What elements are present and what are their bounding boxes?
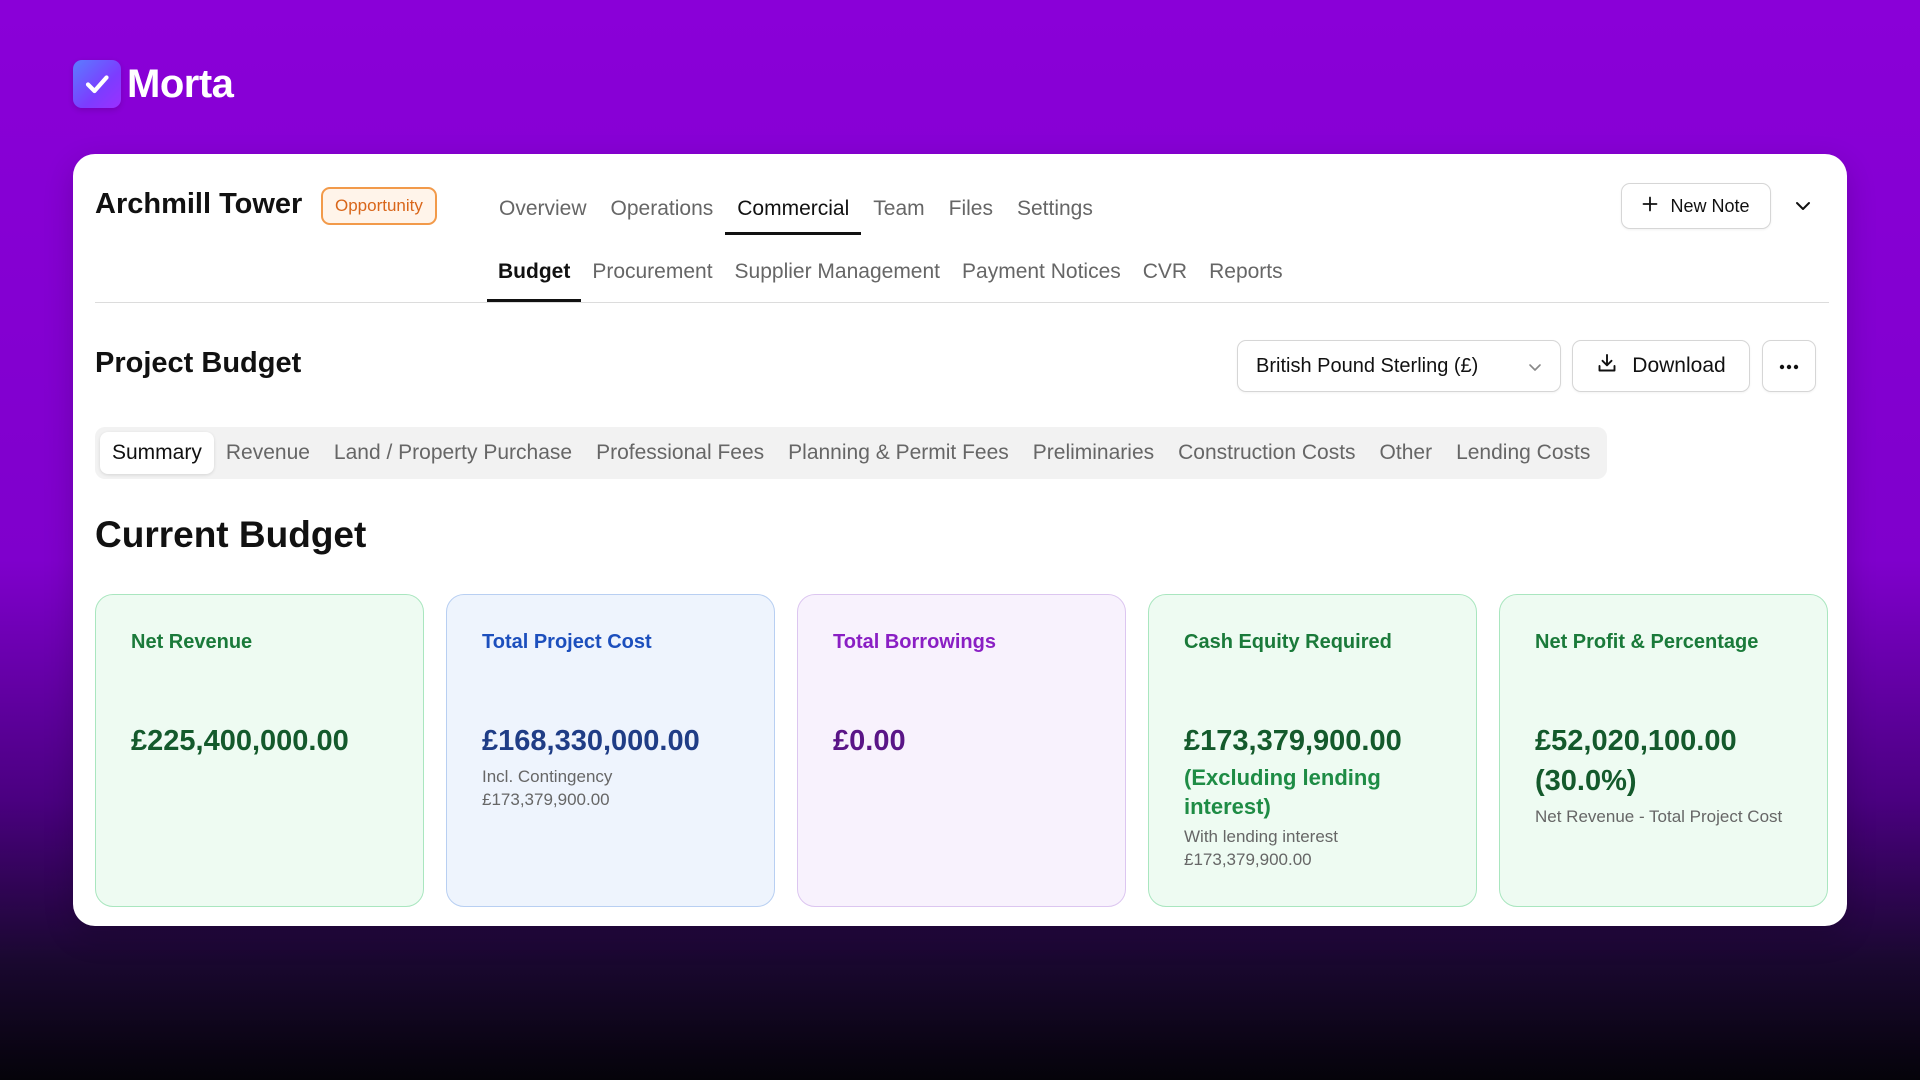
tile-label: Total Project Cost	[482, 631, 652, 653]
new-note-label: New Note	[1670, 195, 1750, 216]
tile-total-project-cost: Total Project Cost £168,330,000.00 Incl.…	[446, 594, 775, 907]
subtab-budget[interactable]: Budget	[487, 257, 582, 302]
tile-net-revenue: Net Revenue £225,400,000.00	[95, 594, 424, 907]
subtab-reports[interactable]: Reports	[1198, 257, 1294, 302]
tile-cash-equity-required: Cash Equity Required £173,379,900.00 (Ex…	[1148, 594, 1477, 907]
subtab-procurement[interactable]: Procurement	[581, 257, 723, 302]
tile-value: £52,020,100.00 (30.0%) Net Revenue - Tot…	[1535, 721, 1807, 828]
currency-value: British Pound Sterling (£)	[1256, 354, 1479, 377]
tile-amount: £168,330,000.00	[482, 725, 700, 757]
seg-revenue[interactable]: Revenue	[214, 432, 322, 474]
tile-amount: £52,020,100.00 (30.0%)	[1535, 725, 1737, 797]
tile-label: Net Revenue	[131, 631, 253, 653]
tile-label: Total Borrowings	[833, 631, 996, 653]
more-options-button[interactable]	[1762, 340, 1816, 392]
tile-value: £225,400,000.00	[131, 721, 403, 761]
seg-construction-costs[interactable]: Construction Costs	[1166, 432, 1367, 474]
budget-category-tabs: Summary Revenue Land / Property Purchase…	[95, 427, 1608, 479]
ellipsis-icon	[1779, 357, 1799, 375]
tile-net-profit: Net Profit & Percentage £52,020,100.00 (…	[1499, 594, 1828, 907]
subtab-payment-notices[interactable]: Payment Notices	[951, 257, 1132, 302]
seg-planning-permit[interactable]: Planning & Permit Fees	[776, 432, 1021, 474]
tile-value: £173,379,900.00 (Excluding lending inter…	[1184, 721, 1456, 871]
tile-value: £0.00	[833, 721, 1105, 761]
tile-amount: £225,400,000.00	[131, 725, 349, 757]
tab-overview[interactable]: Overview	[487, 194, 599, 234]
plus-icon	[1642, 196, 1658, 217]
seg-summary[interactable]: Summary	[100, 432, 214, 474]
divider	[95, 302, 1829, 303]
new-note-button[interactable]: New Note	[1621, 183, 1771, 229]
project-title: Archmill Tower	[95, 188, 303, 220]
seg-professional-fees[interactable]: Professional Fees	[584, 432, 776, 474]
sub-tabs: Budget Procurement Supplier Management P…	[487, 257, 1294, 302]
seg-other[interactable]: Other	[1368, 432, 1445, 474]
tab-team[interactable]: Team	[861, 194, 936, 234]
seg-lending-costs[interactable]: Lending Costs	[1444, 432, 1602, 474]
chevron-down-icon	[1528, 355, 1542, 378]
currency-select[interactable]: British Pound Sterling (£)	[1237, 340, 1561, 392]
tab-settings[interactable]: Settings	[1005, 194, 1105, 234]
tile-amount: £173,379,900.00	[1184, 725, 1402, 757]
brand-name: Morta	[127, 61, 234, 106]
download-button[interactable]: Download	[1572, 340, 1750, 392]
download-label: Download	[1632, 354, 1726, 377]
download-icon	[1596, 352, 1618, 380]
tile-value: £168,330,000.00 Incl. Contingency £173,3…	[482, 721, 754, 811]
subtab-supplier-management[interactable]: Supplier Management	[724, 257, 951, 302]
top-tabs: Overview Operations Commercial Team File…	[487, 194, 1105, 235]
tab-commercial[interactable]: Commercial	[725, 194, 862, 235]
tile-total-borrowings: Total Borrowings £0.00	[797, 594, 1126, 907]
tile-amount: £0.00	[833, 725, 906, 757]
section-title: Current Budget	[95, 514, 367, 555]
subtab-cvr[interactable]: CVR	[1132, 257, 1198, 302]
tab-operations[interactable]: Operations	[599, 194, 726, 234]
tile-note: With lending interest £173,379,900.00	[1184, 827, 1339, 869]
project-card: Archmill Tower Opportunity Overview Oper…	[73, 154, 1847, 926]
brand-logo: Morta	[73, 60, 234, 108]
page-title: Project Budget	[95, 347, 302, 379]
tile-label: Cash Equity Required	[1184, 631, 1392, 653]
chevron-down-icon[interactable]	[1791, 194, 1815, 218]
tile-note: Net Revenue - Total Project Cost	[1535, 807, 1783, 826]
check-icon	[73, 60, 121, 108]
tile-label: Net Profit & Percentage	[1535, 631, 1759, 653]
seg-land-property[interactable]: Land / Property Purchase	[322, 432, 584, 474]
tile-qualifier: (Excluding lending interest)	[1184, 765, 1381, 819]
seg-preliminaries[interactable]: Preliminaries	[1021, 432, 1166, 474]
tab-files[interactable]: Files	[937, 194, 1005, 234]
tile-note: Incl. Contingency £173,379,900.00	[482, 767, 613, 809]
status-badge: Opportunity	[321, 187, 437, 225]
